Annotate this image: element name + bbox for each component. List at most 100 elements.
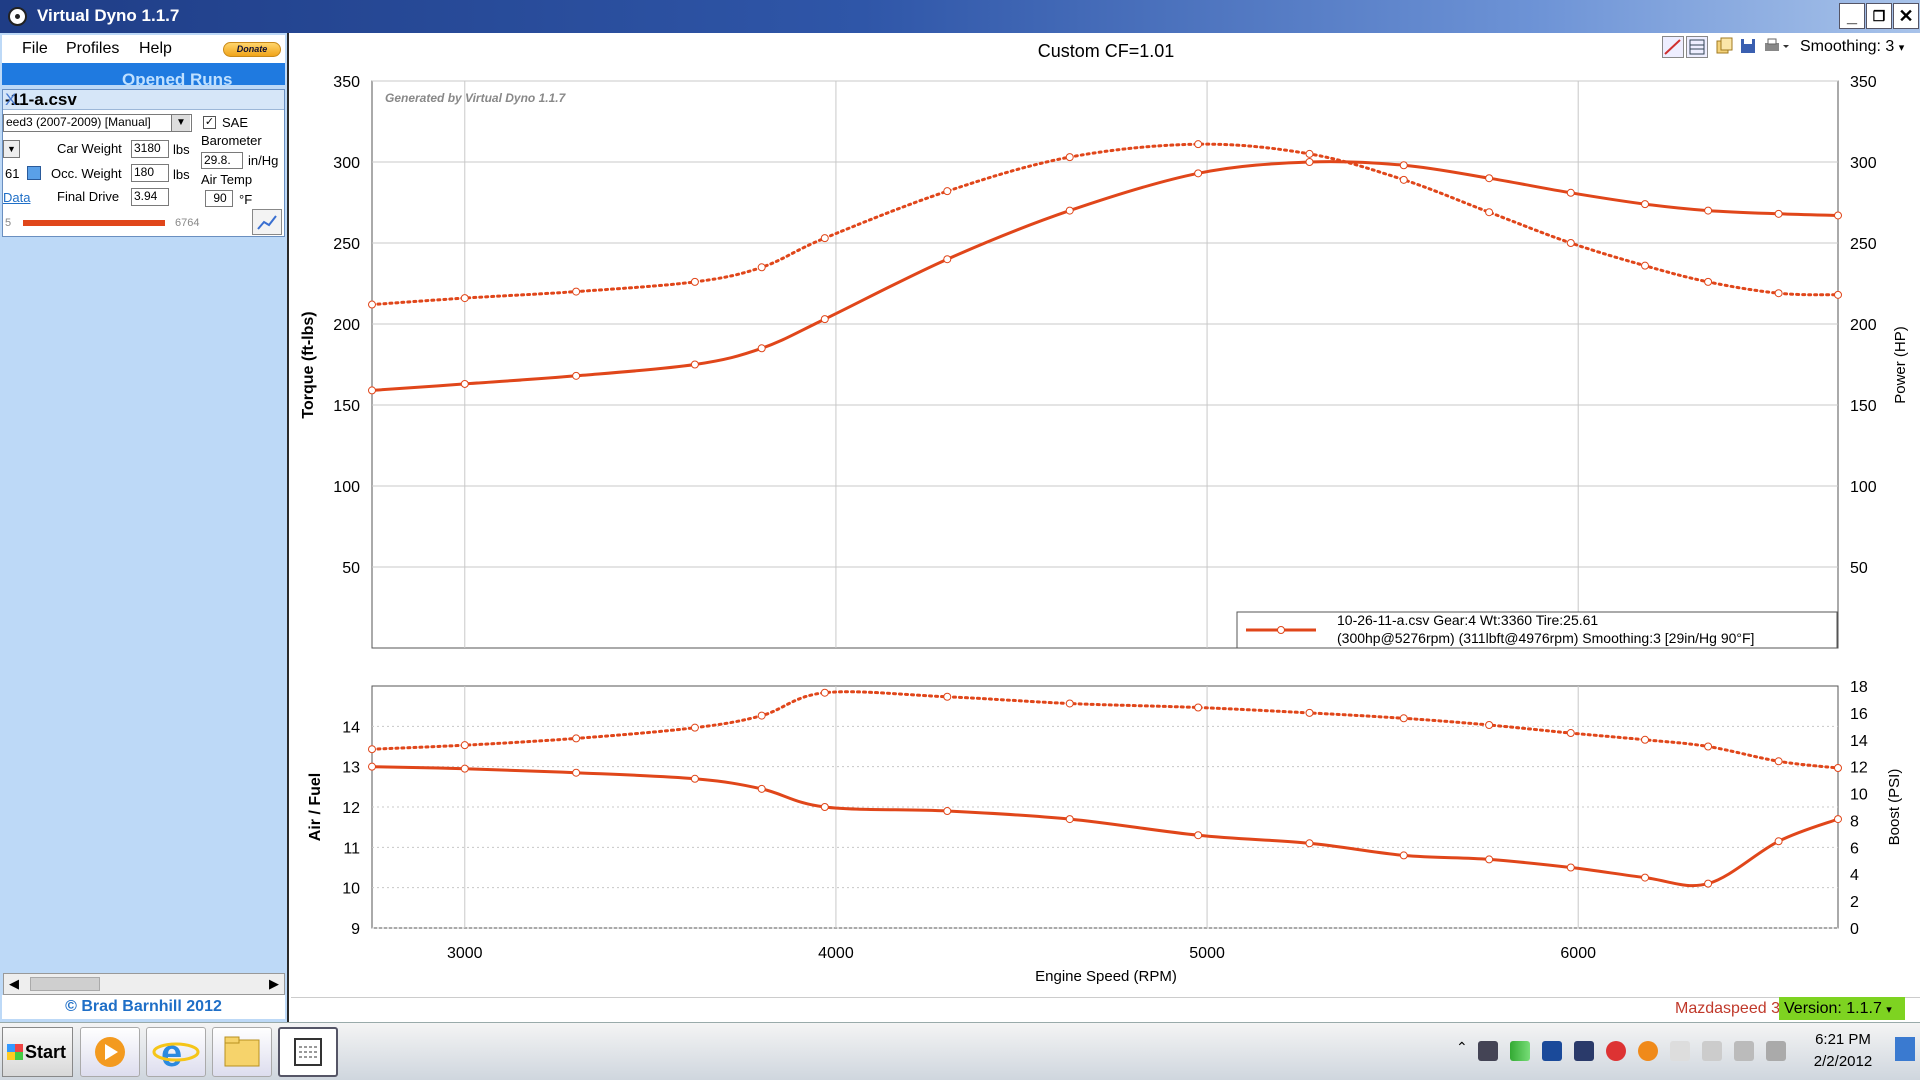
data-link[interactable]: Data [3,190,30,205]
data-point [1065,815,1074,824]
data-point [1399,714,1408,723]
virtual-dyno-task-icon[interactable] [278,1027,338,1077]
power-tick-label: 50 [1850,560,1868,577]
rpm-tick-label: 5000 [1189,945,1225,962]
boost-tick-label: 10 [1850,787,1868,804]
power-tick-label: 300 [1850,155,1877,172]
torque-tick-label: 350 [333,74,360,91]
range-min: 5 [5,217,12,229]
donate-button[interactable]: Donate [223,42,281,57]
tray-monitor-icon[interactable] [1574,1041,1594,1061]
line-view-icon[interactable] [1662,36,1684,58]
data-point [368,745,376,754]
scroll-left-icon[interactable]: ◀ [9,976,19,992]
power-tick-label: 350 [1850,74,1877,91]
data-point [1774,757,1783,766]
barometer-unit: in/Hg [248,153,279,168]
boost-tick-label: 12 [1850,760,1868,777]
smoothing-dropdown[interactable]: Smoothing: 3 ▾ [1800,38,1904,56]
rpm-tick-label: 4000 [818,945,854,962]
chevron-down-icon[interactable]: ▼ [171,115,190,131]
data-point [1065,153,1074,162]
data-point [757,784,766,793]
show-desktop-icon[interactable] [1895,1037,1915,1061]
data-point [368,762,376,771]
tray-expand-icon[interactable]: ⌃ [1456,1039,1468,1056]
sae-checkbox[interactable]: ✓ [203,116,216,129]
car-weight-input[interactable]: 3180 [131,140,169,158]
data-point [1065,206,1074,215]
run-color-swatch[interactable] [27,166,41,180]
barometer-input[interactable]: 29.8. [201,152,243,169]
svg-text:e: e [161,1033,182,1075]
clock[interactable]: 6:21 PM 2/2/2012 [1792,1029,1894,1073]
data-point [820,315,829,324]
data-point [820,688,829,697]
torque-tick-label: 150 [333,398,360,415]
run-close-icon[interactable]: X [5,90,280,110]
data-point [572,768,581,777]
chart-watermark: Generated by Virtual Dyno 1.1.7 [385,91,567,105]
data-point [1774,209,1783,218]
tray-update-icon[interactable] [1638,1041,1658,1061]
tray-signal-icon[interactable] [1510,1041,1530,1061]
tray-volume-icon[interactable] [1734,1041,1754,1061]
afr-tick-label: 12 [342,800,360,817]
restore-button[interactable]: ❐ [1866,3,1892,29]
rpm-range-slider[interactable] [23,220,165,226]
boost-tick-label: 2 [1850,894,1859,911]
internet-explorer-icon[interactable]: e [146,1027,206,1077]
data-point [1194,140,1203,149]
tray-device-icon[interactable] [1702,1041,1722,1061]
afr-tick-label: 10 [342,881,360,898]
menu-profiles[interactable]: Profiles [66,40,119,58]
clock-time: 6:21 PM [1815,1031,1871,1048]
tray-flag-icon[interactable] [1670,1041,1690,1061]
start-button[interactable]: Start [2,1027,73,1077]
data-point [690,774,699,783]
final-drive-label: Final Drive [57,189,120,204]
air-temp-input[interactable]: 90 [205,190,233,207]
copy-icon[interactable] [1714,36,1736,58]
torque-tick-label: 300 [333,155,360,172]
window-titlebar: Virtual Dyno 1.1.7 _ ❐ ✕ [0,0,1920,33]
media-player-icon[interactable] [80,1027,140,1077]
menu-file[interactable]: File [22,40,48,58]
windows-flag-icon [7,1044,23,1060]
final-drive-input[interactable]: 3.94 [131,188,169,206]
data-point [820,803,829,811]
horizontal-scrollbar[interactable]: ◀ ▶ [3,973,285,995]
table-view-icon[interactable] [1686,36,1708,58]
left-panel: File Profiles Help Donate Opened Runs -1… [0,33,289,1022]
version-label: Version: 1.1.7 [1784,1000,1882,1017]
tray-display-icon[interactable] [1542,1041,1562,1061]
minimize-button[interactable]: _ [1839,3,1865,29]
tray-battery-icon[interactable] [1766,1041,1786,1061]
tray-camera-icon[interactable] [1478,1041,1498,1061]
scroll-right-icon[interactable]: ▶ [269,976,279,992]
data-point [1704,206,1713,215]
torque-tick-label: 250 [333,236,360,253]
version-dropdown[interactable]: Version: 1.1.7 ▾ [1779,997,1905,1020]
car-profile-select[interactable]: eed3 (2007-2009) [Manual] [3,114,192,132]
taskbar: Start e ⌃ 6:21 PM 2/2/2012 [0,1022,1920,1080]
data-point [943,807,952,816]
file-explorer-icon[interactable] [212,1027,272,1077]
close-button[interactable]: ✕ [1893,3,1919,29]
data-point [943,187,952,196]
chart-graph-icon[interactable] [252,209,282,235]
tray-network-icon[interactable] [1606,1041,1626,1061]
occ-weight-input[interactable]: 180 [131,164,169,182]
legend-swatch-marker [1277,626,1285,634]
data-point [1485,720,1494,729]
gear-dropdown-icon[interactable]: ▼ [3,140,20,158]
save-icon[interactable] [1738,36,1760,58]
menu-help[interactable]: Help [139,40,172,58]
data-point [368,300,376,309]
print-icon[interactable] [1762,36,1790,58]
copyright-text: © Brad Barnhill 2012 [2,995,285,1019]
data-point [1704,742,1713,751]
status-car-model: Mazdaspeed 3 [1675,1000,1780,1017]
data-point [1194,831,1203,840]
scroll-thumb[interactable] [30,977,100,991]
